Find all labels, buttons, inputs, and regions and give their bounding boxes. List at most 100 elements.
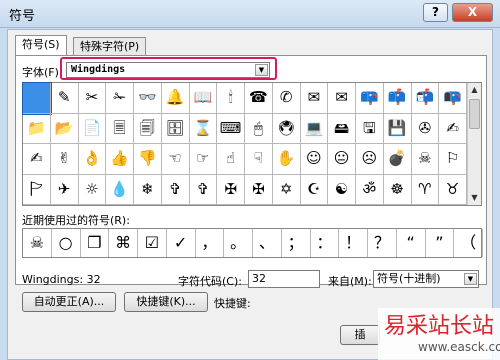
symbol-cell[interactable]: ✉ bbox=[300, 83, 329, 114]
symbol-cell[interactable]: ✈ bbox=[50, 174, 79, 205]
symbol-cell[interactable]: 🔔 bbox=[161, 83, 190, 114]
symbol-cell[interactable]: 📂 bbox=[50, 113, 79, 144]
symbol-cell[interactable]: ✆ bbox=[272, 83, 301, 114]
recent-symbol-cell[interactable]: ⌘ bbox=[109, 229, 138, 257]
symbol-cell[interactable]: ⌨ bbox=[217, 113, 245, 144]
symbol-cell[interactable]: ☹ bbox=[356, 144, 384, 175]
recent-symbol-cell[interactable]: ☑ bbox=[138, 229, 167, 257]
symbol-cell[interactable]: 👓 bbox=[134, 83, 162, 114]
symbol-cell[interactable]: 💧 bbox=[106, 174, 134, 205]
recent-symbol-cell[interactable]: ？ bbox=[368, 229, 397, 257]
symbol-cell[interactable]: ❄ bbox=[134, 174, 162, 205]
recent-symbol-cell[interactable]: ❐ bbox=[81, 229, 110, 257]
recent-symbol-cell[interactable]: ： bbox=[311, 229, 340, 257]
recent-symbol-cell[interactable]: “ bbox=[397, 229, 426, 257]
symbol-cell[interactable]: ☪ bbox=[300, 174, 329, 205]
symbol-cell[interactable]: ✎ bbox=[50, 83, 79, 114]
symbol-cell[interactable] bbox=[22, 82, 52, 115]
symbol-cell[interactable]: ✌ bbox=[50, 144, 79, 175]
symbol-cell[interactable]: 💻 bbox=[300, 113, 329, 144]
symbol-cell[interactable]: 📭 bbox=[439, 83, 467, 114]
recent-symbols-grid[interactable]: ☠ ○ ❐ ⌘ ☑ ✓，。、；：！？ “” （ bbox=[22, 228, 483, 258]
symbol-cell[interactable]: 👎 bbox=[134, 144, 162, 175]
insert-button[interactable]: 插 bbox=[340, 325, 380, 345]
symbol-cell[interactable]: ✂ bbox=[78, 83, 107, 114]
symbol-cell[interactable]: ☜ bbox=[161, 144, 190, 175]
symbol-cell[interactable]: 😐 bbox=[328, 144, 356, 175]
from-label: 来自(M): bbox=[328, 275, 372, 288]
symbol-cell[interactable]: ✉ bbox=[328, 83, 356, 114]
recent-symbol-cell[interactable]: 、 bbox=[253, 229, 282, 257]
symbol-cell[interactable]: ☼ bbox=[78, 174, 107, 205]
watermark: 易采站长站 www.easck.com bbox=[378, 308, 500, 360]
symbol-cell[interactable]: ♉ bbox=[439, 174, 467, 205]
symbol-cell[interactable]: 💾 bbox=[383, 113, 412, 144]
symbol-cell[interactable]: 📄 bbox=[78, 113, 107, 144]
symbol-cell[interactable]: 🖴 bbox=[328, 113, 356, 144]
recent-symbol-cell[interactable]: （ bbox=[454, 229, 483, 257]
shortcut-key-button[interactable]: 快捷键(K)... bbox=[124, 292, 208, 312]
symbol-cell[interactable]: 📫 bbox=[383, 83, 412, 114]
symbol-cell[interactable]: 🗏 bbox=[106, 113, 134, 144]
watermark-url: www.easck.com bbox=[418, 340, 500, 354]
recent-symbol-cell[interactable]: ， bbox=[196, 229, 225, 257]
symbol-cell[interactable]: ⌛ bbox=[189, 113, 218, 144]
symbol-cell[interactable]: ॐ bbox=[356, 174, 384, 205]
symbol-cell[interactable]: ✠ bbox=[217, 174, 245, 205]
recent-symbol-cell[interactable]: ！ bbox=[339, 229, 368, 257]
symbol-cell[interactable]: 🕯 bbox=[217, 83, 245, 114]
close-button[interactable]: X bbox=[452, 3, 493, 22]
symbol-cell[interactable]: 📁 bbox=[23, 113, 51, 144]
recent-symbol-cell[interactable]: ☠ bbox=[23, 229, 52, 257]
symbol-cell[interactable]: 🗄 bbox=[161, 113, 190, 144]
symbol-cell[interactable]: 🗐 bbox=[134, 113, 162, 144]
symbol-cell[interactable]: ☺ bbox=[300, 144, 329, 175]
symbol-cell[interactable]: 👍 bbox=[106, 144, 134, 175]
symbol-cell[interactable]: 🖫 bbox=[356, 113, 384, 144]
symbol-cell[interactable]: 💣 bbox=[383, 144, 412, 175]
recent-symbol-cell[interactable]: ○ bbox=[52, 229, 81, 257]
symbol-cell[interactable]: 📖 bbox=[189, 83, 218, 114]
symbol-cell[interactable]: ✡ bbox=[272, 174, 301, 205]
symbol-grid-scrollbar[interactable]: ▲ ▼ bbox=[467, 83, 481, 205]
symbol-cell[interactable]: ☯ bbox=[328, 174, 356, 205]
recent-symbol-cell[interactable]: 。 bbox=[224, 229, 253, 257]
symbol-cell[interactable]: 🏱 bbox=[23, 174, 51, 205]
from-select[interactable]: 符号(十进制) ▼ bbox=[373, 270, 479, 288]
recent-symbol-cell[interactable]: ； bbox=[282, 229, 311, 257]
help-button[interactable]: ? bbox=[423, 3, 448, 22]
scroll-thumb[interactable] bbox=[469, 99, 480, 129]
symbol-cell[interactable]: ☸ bbox=[383, 174, 412, 205]
symbol-cell[interactable]: ⚐ bbox=[439, 144, 467, 175]
tab-symbols[interactable]: 符号(S) bbox=[15, 35, 67, 56]
symbol-grid[interactable]: ✎ ✂ ✁ 👓 🔔 📖 🕯 ☎ ✆ ✉ ✉ 📪 📫 📬 📭 📁 📂 📄 🗏 🗐 🗄 ⌛ ⌨ 🖱 🖲 💻 🖴 🖫 💾 ✇ ✍ ✍ ✌ 👌 👍 👎 ☜ ☞ ☝ ☟… bbox=[22, 82, 467, 205]
symbol-cell[interactable]: 🖱 bbox=[245, 113, 273, 144]
symbol-cell[interactable]: 📬 bbox=[411, 83, 440, 114]
symbol-cell[interactable]: ☠ bbox=[411, 144, 440, 175]
symbol-cell[interactable]: ✋ bbox=[272, 144, 301, 175]
symbol-cell[interactable]: 👌 bbox=[78, 144, 107, 175]
tab-special-characters[interactable]: 特殊字符(P) bbox=[73, 37, 147, 56]
symbol-cell[interactable]: ✍ bbox=[23, 144, 51, 175]
recent-symbol-cell[interactable]: ” bbox=[426, 229, 455, 257]
symbol-cell[interactable]: ✇ bbox=[411, 113, 440, 144]
symbol-cell[interactable]: 📪 bbox=[356, 83, 384, 114]
scroll-up-icon[interactable]: ▲ bbox=[468, 83, 481, 97]
symbol-cell[interactable]: ☎ bbox=[245, 83, 273, 114]
char-code-label: 字符代码(C): bbox=[178, 275, 242, 288]
symbol-cell[interactable]: 🖲 bbox=[272, 113, 301, 144]
scroll-down-icon[interactable]: ▼ bbox=[468, 191, 481, 205]
char-code-input[interactable]: 32 bbox=[248, 270, 320, 288]
chevron-down-icon[interactable]: ▼ bbox=[464, 273, 477, 285]
symbol-cell[interactable]: ♈ bbox=[411, 174, 440, 205]
symbol-cell[interactable]: ✞ bbox=[189, 174, 218, 205]
symbol-cell[interactable]: ✁ bbox=[106, 83, 134, 114]
recent-symbol-cell[interactable]: ✓ bbox=[167, 229, 196, 257]
symbol-cell[interactable]: ✍ bbox=[439, 113, 467, 144]
autocorrect-button[interactable]: 自动更正(A)... bbox=[22, 292, 116, 312]
symbol-cell[interactable]: ☞ bbox=[189, 144, 218, 175]
symbol-cell[interactable]: ☝ bbox=[217, 144, 245, 175]
symbol-cell[interactable]: ☟ bbox=[245, 144, 273, 175]
symbol-cell[interactable]: ✞ bbox=[161, 174, 190, 205]
symbol-cell[interactable]: ✠ bbox=[245, 174, 273, 205]
